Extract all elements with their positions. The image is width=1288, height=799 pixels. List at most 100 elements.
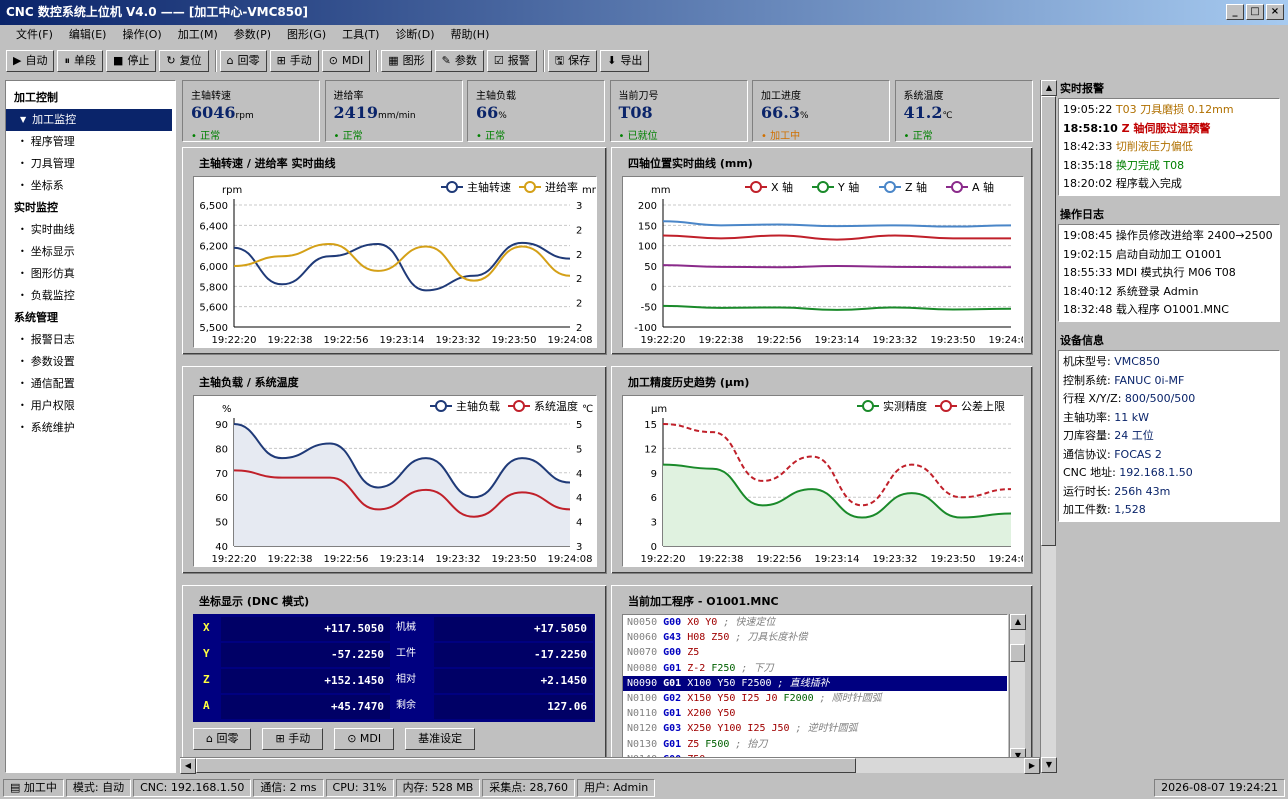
scroll-down-icon[interactable]: ▼ [1041, 757, 1057, 773]
y2-tick-label: 5 [576, 444, 582, 455]
sidebar-item[interactable]: • 坐标系 [6, 175, 175, 197]
sidebar-item[interactable]: • 坐标显示 [6, 241, 175, 263]
log-row[interactable]: 18:40:12 系统登录 Admin [1063, 283, 1275, 302]
scroll-thumb[interactable] [196, 758, 856, 773]
log-row[interactable]: 19:08:45 操作员修改进给率 2400→2500 [1063, 227, 1275, 246]
sidebar-item[interactable]: • 程序管理 [6, 131, 175, 153]
coord-button-3[interactable]: ⊙ MDI [334, 728, 395, 750]
scroll-left-icon[interactable]: ◀ [180, 758, 196, 774]
menu-item[interactable]: 编辑(E) [61, 25, 115, 45]
toolbar-button-7[interactable]: ⊙ MDI [321, 50, 371, 72]
alarm-row[interactable]: 18:58:10 Z 轴伺服过温预警 [1063, 120, 1275, 139]
sidebar-item[interactable]: • 参数设置 [6, 351, 175, 373]
alarm-row[interactable]: 18:35:18 换刀完成 T08 [1063, 157, 1275, 176]
sidebar-item[interactable]: ▼ 加工监控 [6, 109, 172, 131]
sidebar-group[interactable]: 加工控制 [6, 87, 175, 109]
right-panel: 实时报警 19:05:22 T03 刀具磨损 0.12mm 18:58:10 Z … [1058, 80, 1280, 522]
scroll-up-icon[interactable]: ▲ [1041, 80, 1057, 96]
sidebar-item[interactable]: • 报警日志 [6, 329, 175, 351]
sidebar-item[interactable]: • 图形仿真 [6, 263, 175, 285]
sidebar-item[interactable]: • 实时曲线 [6, 219, 175, 241]
program-line[interactable]: N0070 G00 Z5 [623, 645, 1007, 660]
device-key: 通信协议: [1063, 447, 1111, 461]
scroll-up-icon[interactable]: ▲ [1010, 614, 1026, 630]
program-line[interactable]: N0090 G01 X100 Y50 F2500 ; 直线插补 [623, 675, 1007, 691]
log-row[interactable]: 18:32:48 载入程序 O1001.MNC [1063, 301, 1275, 320]
sidebar-item-label: 程序管理 [30, 135, 75, 148]
menu-item[interactable]: 加工(M) [170, 25, 226, 45]
menu-item[interactable]: 文件(F) [8, 25, 61, 45]
code-token: G00 [663, 617, 682, 628]
sidebar-item[interactable]: • 用户权限 [6, 395, 175, 417]
program-line[interactable]: N0060 G43 H08 Z50 ; 刀具长度补偿 [623, 630, 1007, 645]
coord-button-1[interactable]: ⌂ 回零 [193, 728, 252, 750]
toolbar-button-11[interactable]: 🖫 保存 [547, 50, 598, 72]
program-listing[interactable]: N0050 G00 X0 Y0 ; 快速定位 N0060 G43 H08 Z50 … [622, 614, 1008, 764]
menu-item[interactable]: 诊断(D) [387, 25, 442, 45]
maximize-button[interactable]: □ [1246, 4, 1264, 20]
menu-item[interactable]: 操作(O) [114, 25, 169, 45]
toolbar-button-10[interactable]: ☑ 报警 [486, 50, 537, 72]
program-line[interactable]: N0080 G01 Z-2 F250 ; 下刀 [623, 661, 1007, 676]
bullet-icon: • [20, 291, 25, 300]
sidebar-group[interactable]: 实时监控 [6, 197, 175, 219]
alarm-row[interactable]: 19:05:22 T03 刀具磨损 0.12mm [1063, 101, 1275, 120]
menu-item[interactable]: 工具(T) [334, 25, 387, 45]
x-tick-label: 19:24:08 [548, 554, 593, 565]
toolbar-button-5[interactable]: ⌂ 回零 [219, 50, 267, 72]
bullet-icon: • [20, 335, 25, 344]
close-button[interactable]: × [1266, 4, 1284, 20]
machine-value: +152.1450 [220, 669, 391, 693]
toolbar-button-9[interactable]: ✎ 参数 [434, 50, 484, 72]
bullet-icon: • [20, 423, 25, 432]
y-tick-label: 70 [215, 469, 228, 480]
horizontal-scrollbar[interactable]: ◀ ▶ [180, 757, 1040, 774]
toolbar-button-12[interactable]: ⬇ 导出 [600, 50, 650, 72]
program-title: 当前加工程序 - O1001.MNC [628, 595, 779, 608]
y-tick-label: 200 [638, 201, 657, 212]
toolbar-button-2[interactable]: ⏸ 单段 [57, 50, 103, 72]
main-scrollbar[interactable]: ▲ ▼ [1040, 80, 1057, 773]
line-number: N0110 [627, 708, 658, 720]
scroll-right-icon[interactable]: ▶ [1024, 758, 1040, 774]
y-tick-label: 6,500 [199, 201, 228, 212]
coord-button-4[interactable]: 基准设定 [405, 728, 476, 750]
toolbar-button-1[interactable]: ▶ 自动 [6, 50, 55, 72]
toolbar-label: 参数 [454, 54, 477, 67]
log-row[interactable]: 19:02:15 启动自动加工 O1001 [1063, 246, 1275, 265]
code-token: X100 Y50 [681, 677, 736, 689]
y2-tick-label: 3 [576, 201, 582, 212]
coordinate-table: X +117.5050 机械 +17.5050 Y -57.2250 工件 -17.2250 Z… [193, 614, 595, 722]
scroll-thumb[interactable] [1041, 96, 1056, 546]
home-icon: ⌂ [226, 54, 234, 67]
alarm-row[interactable]: 18:20:02 程序载入完成 [1063, 175, 1275, 194]
log-row[interactable]: 18:55:33 MDI 模式执行 M06 T08 [1063, 264, 1275, 283]
minimize-button[interactable]: _ [1226, 4, 1244, 20]
alarm-message: T03 刀具磨损 0.12mm [1115, 103, 1234, 116]
toolbar-button-8[interactable]: ▦ 图形 [381, 50, 432, 72]
y2-tick-label: 4 [576, 493, 582, 504]
sidebar-group[interactable]: 系统管理 [6, 307, 175, 329]
alarm-row[interactable]: 18:42:33 切削液压力偏低 [1063, 138, 1275, 157]
sidebar-item[interactable]: • 系统维护 [6, 417, 175, 439]
sidebar-item[interactable]: • 刀具管理 [6, 153, 175, 175]
program-line[interactable]: N0110 G01 X200 Y50 [623, 706, 1007, 721]
stat-card: 系统温度 41.2℃ • 正常 [894, 80, 1033, 142]
sidebar-item[interactable]: • 通信配置 [6, 373, 175, 395]
menu-item[interactable]: 参数(P) [226, 25, 279, 45]
program-line[interactable]: N0050 G00 X0 Y0 ; 快速定位 [623, 615, 1007, 630]
program-line[interactable]: N0130 G01 Z5 F500 ; 抬刀 [623, 737, 1007, 752]
program-scrollbar[interactable]: ▲ ▼ [1009, 614, 1026, 764]
toolbar-button-3[interactable]: ■ 停止 [105, 50, 157, 72]
scroll-thumb[interactable] [1010, 644, 1025, 662]
toolbar-button-4[interactable]: ↻ 复位 [159, 50, 209, 72]
sidebar-item[interactable]: • 负载监控 [6, 285, 175, 307]
program-line[interactable]: N0120 G03 X250 Y100 I25 J50 ; 逆时针圆弧 [623, 721, 1007, 736]
stat-number: 66.3 [761, 103, 800, 122]
program-line[interactable]: N0100 G02 X150 Y50 I25 J0 F2000 ; 顺时针圆弧 [623, 691, 1007, 706]
x-tick-label: 19:22:56 [324, 335, 369, 346]
toolbar-button-6[interactable]: ⊞ 手动 [269, 50, 319, 72]
menu-item[interactable]: 图形(G) [279, 25, 334, 45]
coord-button-2[interactable]: ⊞ 手动 [262, 728, 324, 750]
menu-item[interactable]: 帮助(H) [443, 25, 498, 45]
